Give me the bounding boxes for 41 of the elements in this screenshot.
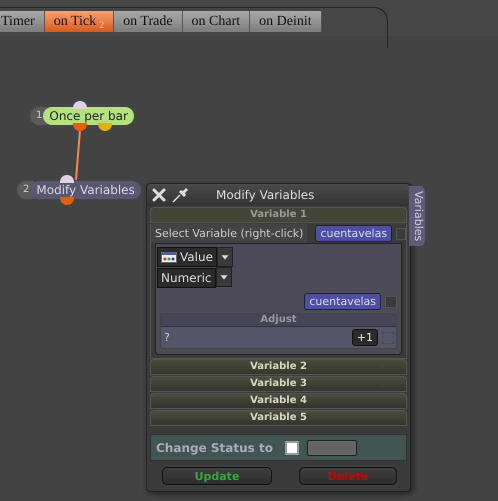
close-icon[interactable]	[152, 188, 166, 202]
pin-icon[interactable]	[172, 187, 190, 203]
checkbox[interactable]	[385, 296, 397, 308]
output-port[interactable]	[73, 123, 87, 131]
action-button[interactable]: Update	[162, 467, 272, 485]
section-header[interactable]: Variable 1	[150, 207, 407, 223]
section-header[interactable]: Variable 4	[150, 393, 407, 409]
side-tab[interactable]: Variables	[409, 186, 425, 246]
event-tab[interactable]: on Tick $_{2}$	[44, 11, 114, 32]
output-port[interactable]	[60, 197, 74, 205]
adjust-header: Adjust	[161, 314, 396, 327]
flow-node[interactable]: Modify Variables	[30, 181, 141, 199]
status-label: Change Status to	[156, 440, 273, 454]
type-dropdown[interactable]: Numeric	[157, 268, 216, 288]
event-tab[interactable]: on Chart	[182, 11, 250, 32]
status-field[interactable]	[306, 440, 357, 456]
section-header[interactable]: Variable 2	[150, 359, 407, 375]
flow-node[interactable]: Once per bar	[43, 107, 134, 125]
event-tab[interactable]: Timer	[0, 11, 45, 32]
value-icon	[161, 252, 177, 262]
source-dropdown[interactable]: Value	[157, 247, 217, 267]
variable-chip[interactable]: cuentavelas	[315, 225, 392, 242]
section-header[interactable]: Variable 3	[150, 376, 407, 392]
field-label: Select Variable (right-click)	[151, 224, 308, 243]
node-number: 2	[17, 181, 34, 199]
dialog-title: Modify Variables	[216, 188, 314, 202]
node-number: 1	[30, 107, 48, 125]
output-port[interactable]	[98, 123, 112, 131]
connector-line	[74, 130, 82, 180]
input-port[interactable]	[60, 175, 74, 183]
increment-button[interactable]: +1	[352, 329, 378, 346]
event-tab[interactable]: on Trade	[114, 11, 183, 32]
caret-icon[interactable]	[216, 247, 233, 267]
checkbox[interactable]	[284, 440, 299, 454]
checkbox[interactable]	[396, 228, 406, 240]
section-header[interactable]: Variable 5	[150, 410, 407, 426]
input-port[interactable]	[73, 101, 87, 109]
event-tab[interactable]: on Deinit	[250, 11, 322, 32]
caret-icon[interactable]	[216, 267, 232, 287]
variable-chip[interactable]: cuentavelas	[304, 293, 381, 310]
adjust-value: ?	[164, 331, 171, 344]
